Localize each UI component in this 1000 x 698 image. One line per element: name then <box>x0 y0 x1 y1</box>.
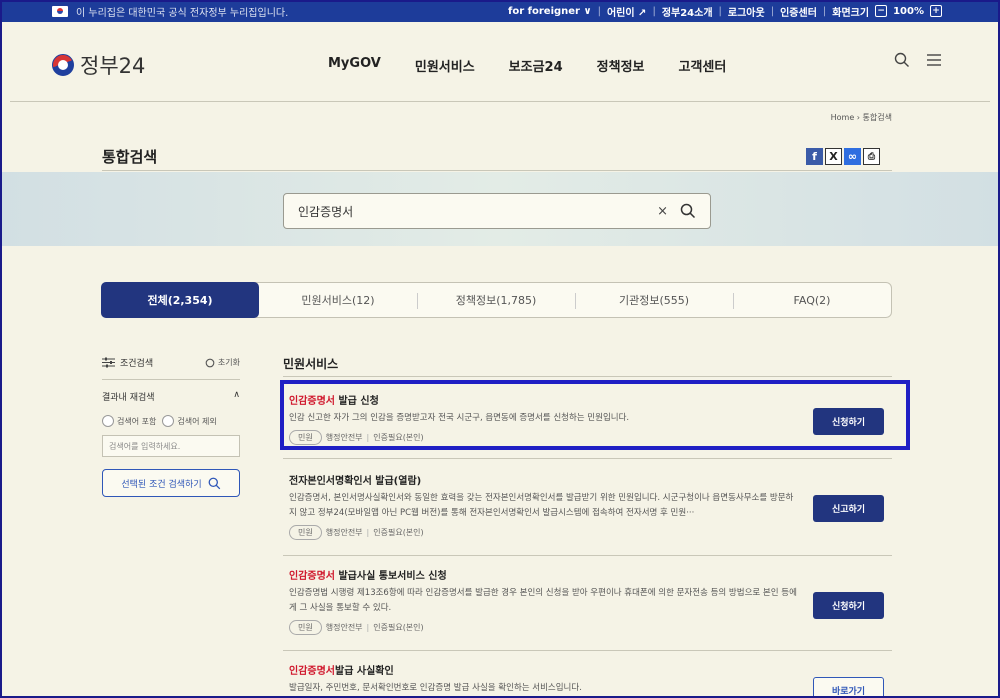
search-icon[interactable] <box>894 52 910 68</box>
link-icon[interactable]: ∞ <box>844 148 861 165</box>
result-desc: 인감증명법 시행령 제13조6항에 따라 인감증명서를 발급한 경우 본인의 신… <box>289 588 797 613</box>
header-icons <box>894 52 942 68</box>
korea-flag-icon <box>52 5 68 17</box>
top-bar: 이 누리집은 대한민국 공식 전자정부 누리집입니다. for foreigne… <box>0 0 1000 22</box>
result-title[interactable]: 인감증명서발급 사실확인 <box>289 662 892 677</box>
refine-label: 결과내 재검색 <box>102 393 155 403</box>
reset-button[interactable]: 초기화 <box>205 357 240 368</box>
result-item: 인감증명서 발급사실 통보서비스 신청 인감증명법 시행령 제13조6항에 따라… <box>289 567 892 635</box>
logout-link[interactable]: 로그아웃 <box>728 4 765 19</box>
site-header: 정부24 MyGOV 민원서비스 보조금24 정책정보 고객센터 <box>10 22 990 102</box>
zoom-in-button[interactable]: + <box>930 5 942 17</box>
result-auth: 인증필요(본인) <box>373 528 424 537</box>
apply-button[interactable]: 신청하기 <box>813 592 884 619</box>
result-item: 전자본인서명확인서 발급(열람) 인감증명서, 본인서명사실확인서와 동일한 효… <box>289 472 892 540</box>
include-radio[interactable]: 검색어 포함 <box>102 415 156 427</box>
x-icon[interactable]: X <box>825 148 842 165</box>
nav-support[interactable]: 고객센터 <box>679 56 727 75</box>
zoom-out-button[interactable]: − <box>875 5 888 17</box>
result-desc: 발급일자, 주민번호, 문서확인번호로 인감증명 발급 사실을 확인하는 서비스… <box>289 683 582 693</box>
screen-size-label: 화면크기 <box>832 7 870 19</box>
tab-agency[interactable]: 기관정보(555) <box>575 283 733 317</box>
result-item: 인감증명서발급 사실확인 발급일자, 주민번호, 문서확인번호로 인감증명 발급… <box>289 662 892 698</box>
report-button[interactable]: 신고하기 <box>813 495 884 522</box>
result-tabs: 전체(2,354) 민원서비스(12) 정책정보(1,785) 기관정보(555… <box>101 282 892 318</box>
filter-title: 조건검색 <box>120 359 154 369</box>
nav-civil-service[interactable]: 민원서비스 <box>415 56 475 75</box>
tab-civil-service[interactable]: 민원서비스(12) <box>259 283 417 317</box>
refresh-icon <box>205 358 215 367</box>
main-nav: MyGOV 민원서비스 보조금24 정책정보 고객센터 <box>328 56 726 75</box>
clear-icon[interactable]: × <box>657 204 668 219</box>
tab-faq[interactable]: FAQ(2) <box>733 283 891 317</box>
top-links: for foreigner ∨ | 어린이 ↗ | 정부24소개 | 로그아웃 | 인증… <box>508 0 942 22</box>
tab-policy[interactable]: 정책정보(1,785) <box>417 283 575 317</box>
cert-center-link[interactable]: 인증센터 <box>780 4 817 19</box>
search-query: 인감증명서 <box>298 204 354 219</box>
result-org: 행정안전부 <box>325 528 363 537</box>
result-title[interactable]: 전자본인서명확인서 발급(열람) <box>289 472 892 487</box>
sliders-icon <box>102 357 115 368</box>
facebook-icon[interactable]: f <box>806 148 823 165</box>
filter-search-button[interactable]: 선택된 조건 검색하기 <box>102 469 240 497</box>
print-icon[interactable]: ⎙ <box>863 148 880 165</box>
nav-policy[interactable]: 정책정보 <box>597 56 645 75</box>
chevron-up-icon[interactable]: ∧ <box>233 390 240 403</box>
exclude-radio[interactable]: 검색어 제외 <box>162 415 217 427</box>
taeguk-logo-icon <box>52 54 74 76</box>
menu-icon[interactable] <box>926 53 942 67</box>
kids-link[interactable]: 어린이 ↗ <box>607 4 646 19</box>
result-tag: 민원 <box>289 620 322 635</box>
filter-panel: 조건검색 초기화 결과내 재검색 ∧ 검색어 포함 검색어 제외 검색어를 입력… <box>102 356 240 497</box>
site-logo[interactable]: 정부24 <box>52 50 145 80</box>
go-button[interactable]: 바로가기 <box>813 677 884 698</box>
share-tools: f X ∞ ⎙ <box>806 148 880 165</box>
tab-all[interactable]: 전체(2,354) <box>101 282 259 318</box>
refine-input[interactable]: 검색어를 입력하세요. <box>102 435 240 457</box>
zoom-level: 100% <box>893 5 924 17</box>
gov-notice: 이 누리집은 대한민국 공식 전자정부 누리집입니다. <box>76 7 289 19</box>
highlight-frame <box>280 380 910 450</box>
nav-mygov[interactable]: MyGOV <box>328 56 381 75</box>
breadcrumb: Home › 통합검색 <box>830 113 892 122</box>
about-link[interactable]: 정부24소개 <box>662 4 713 19</box>
results-section-title: 민원서비스 <box>283 357 339 371</box>
search-input[interactable]: 인감증명서 × <box>283 193 711 229</box>
search-submit-icon[interactable] <box>680 203 696 219</box>
result-desc: 인감증명서, 본인서명사실확인서와 동일한 효력을 갖는 전자본인서명확인서를 … <box>289 493 794 518</box>
search-icon <box>208 477 220 489</box>
result-auth: 인증필요(본인) <box>373 623 424 632</box>
foreigner-link[interactable]: for foreigner ∨ <box>508 6 592 17</box>
result-title[interactable]: 인감증명서 발급사실 통보서비스 신청 <box>289 567 892 582</box>
result-tag: 민원 <box>289 525 322 540</box>
page-title: 통합검색 <box>102 148 158 166</box>
result-org: 행정안전부 <box>325 623 363 632</box>
logo-text: 정부24 <box>80 54 146 78</box>
nav-subsidy[interactable]: 보조금24 <box>509 56 563 75</box>
